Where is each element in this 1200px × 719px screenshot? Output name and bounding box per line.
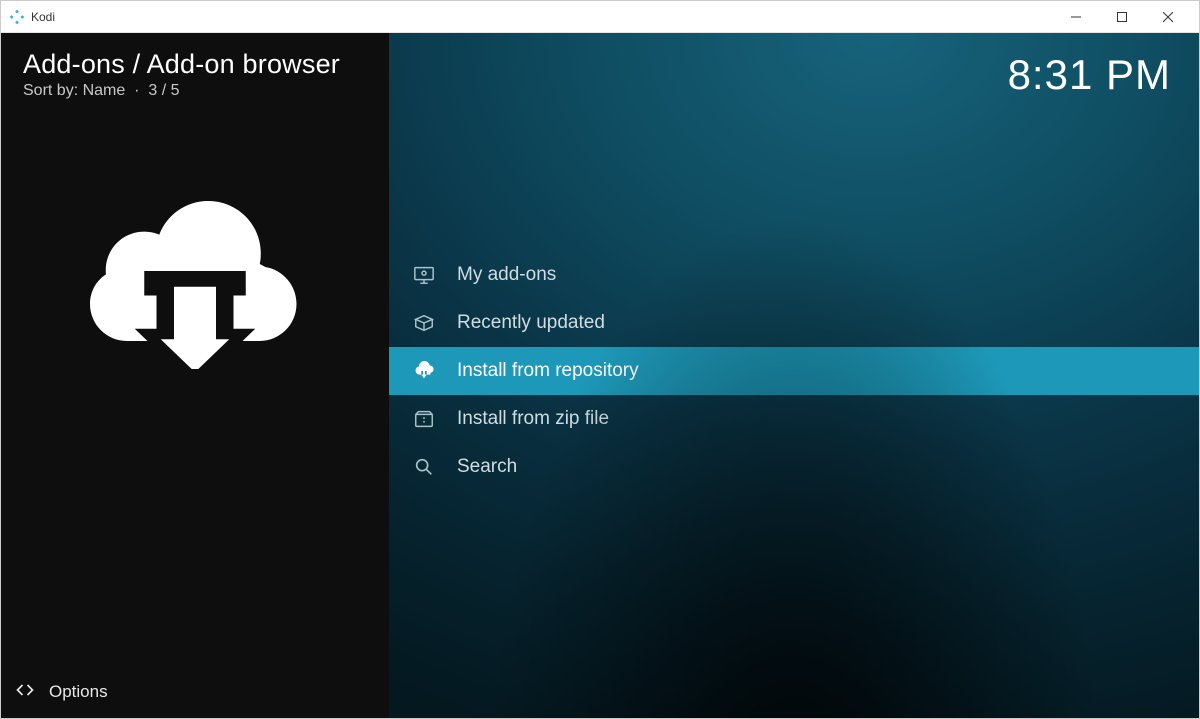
sidebar-illustration <box>1 104 389 666</box>
list-position: 3 / 5 <box>148 82 179 99</box>
zip-file-icon <box>413 408 435 430</box>
menu-item-my-addons[interactable]: My add-ons <box>389 251 1199 299</box>
box-open-icon <box>413 312 435 334</box>
kodi-logo-icon <box>9 9 25 25</box>
clock: 8:31 PM <box>1008 51 1171 99</box>
search-icon <box>413 456 435 478</box>
cloud-download-icon <box>413 360 435 382</box>
cloud-download-large-icon <box>90 194 300 374</box>
minimize-button[interactable] <box>1053 1 1099 32</box>
options-label: Options <box>49 682 108 702</box>
menu-item-search[interactable]: Search <box>389 443 1199 491</box>
menu-item-install-from-zip[interactable]: Install from zip file <box>389 395 1199 443</box>
close-button[interactable] <box>1145 1 1191 32</box>
menu-item-label: My add-ons <box>457 264 556 286</box>
main-panel: 8:31 PM My add-ons Recently updated <box>389 33 1199 718</box>
app-window: Kodi Add-ons / Add-on browser Sort by: N… <box>0 0 1200 719</box>
addon-browser-menu: My add-ons Recently updated Install from… <box>389 251 1199 491</box>
menu-item-label: Recently updated <box>457 312 605 334</box>
breadcrumb: Add-ons / Add-on browser <box>23 49 369 80</box>
content: Add-ons / Add-on browser Sort by: Name ·… <box>1 33 1199 718</box>
sidebar: Add-ons / Add-on browser Sort by: Name ·… <box>1 33 389 718</box>
sort-value: Name <box>83 82 126 99</box>
app-title: Kodi <box>31 10 1053 24</box>
sidebar-header: Add-ons / Add-on browser Sort by: Name ·… <box>1 33 389 104</box>
menu-item-label: Search <box>457 456 517 478</box>
options-icon <box>15 680 35 705</box>
options-button[interactable]: Options <box>1 666 389 718</box>
sort-separator: · <box>130 82 149 99</box>
menu-item-label: Install from zip file <box>457 408 609 430</box>
monitor-icon <box>413 264 435 286</box>
window-controls <box>1053 1 1191 32</box>
menu-item-install-from-repository[interactable]: Install from repository <box>389 347 1199 395</box>
sort-prefix: Sort by: <box>23 82 83 99</box>
menu-item-label: Install from repository <box>457 360 639 382</box>
maximize-button[interactable] <box>1099 1 1145 32</box>
titlebar: Kodi <box>1 1 1199 33</box>
menu-item-recently-updated[interactable]: Recently updated <box>389 299 1199 347</box>
sort-line: Sort by: Name · 3 / 5 <box>23 82 369 100</box>
